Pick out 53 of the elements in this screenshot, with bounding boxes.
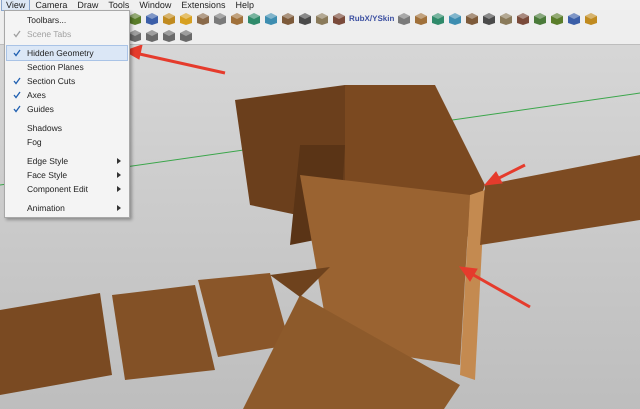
menu-item[interactable]: Face Style [7, 168, 127, 182]
cube-icon[interactable] [465, 12, 480, 26]
cube-icon[interactable] [128, 12, 142, 26]
menu-item[interactable]: Shadows [7, 121, 127, 135]
menu-item[interactable]: Section Cuts [7, 74, 127, 88]
menu-item[interactable]: Axes [7, 88, 127, 102]
submenu-arrow-icon [117, 158, 121, 164]
submenu-arrow-icon [117, 186, 121, 192]
cube-icon[interactable] [332, 12, 346, 26]
menu-item[interactable]: Edge Style [7, 154, 127, 168]
cube-icon[interactable] [196, 12, 210, 26]
cube-icon[interactable] [533, 12, 548, 26]
menu-bar-item[interactable]: Camera [31, 0, 72, 10]
cube-icon[interactable] [179, 28, 193, 42]
toolbar-label[interactable]: RubX/YSkin [349, 14, 394, 23]
menu-bar-item[interactable]: Draw [73, 0, 102, 10]
cube-icon[interactable] [145, 28, 159, 42]
menu-bar-item[interactable]: Window [135, 0, 176, 10]
cube-icon[interactable] [482, 12, 496, 26]
cube-icon[interactable] [281, 12, 295, 26]
cube-icon[interactable] [230, 12, 244, 26]
menu-bar-item[interactable]: View [2, 0, 30, 10]
cube-icon[interactable] [550, 12, 564, 26]
annotation-arrow [484, 164, 526, 186]
cube-icon[interactable] [162, 28, 176, 42]
cube-icon[interactable] [516, 12, 530, 26]
cube-icon[interactable] [213, 12, 227, 26]
menu-item[interactable]: Hidden Geometry [7, 46, 127, 60]
menu-item[interactable]: Component Edit [7, 182, 127, 196]
cube-icon[interactable] [128, 28, 142, 42]
menu-item[interactable]: Fog [7, 135, 127, 149]
checkmark-icon [13, 30, 21, 38]
menu-bar-item[interactable]: Extensions [177, 0, 230, 10]
submenu-arrow-icon [117, 205, 121, 211]
cube-icon[interactable] [264, 12, 278, 26]
menu-item[interactable]: Toolbars... [7, 13, 127, 27]
menu-item[interactable]: Guides [7, 102, 127, 116]
cube-icon[interactable] [414, 12, 428, 26]
cube-icon[interactable] [298, 12, 312, 26]
cube-icon[interactable] [397, 12, 412, 26]
cube-icon[interactable] [247, 12, 261, 26]
cube-icon[interactable] [315, 12, 329, 26]
menu-item[interactable]: Animation [7, 201, 127, 215]
menu-item[interactable]: Section Planes [7, 60, 127, 74]
submenu-arrow-icon [117, 172, 121, 178]
cube-icon[interactable] [431, 12, 446, 26]
cube-icon[interactable] [145, 12, 159, 26]
menu-bar-item[interactable]: Tools [104, 0, 134, 10]
menu-bar-item[interactable]: Help [231, 0, 258, 10]
cube-icon[interactable] [499, 12, 514, 26]
cube-icon[interactable] [448, 12, 462, 26]
cube-icon[interactable] [567, 12, 582, 26]
checkmark-icon [13, 49, 21, 57]
